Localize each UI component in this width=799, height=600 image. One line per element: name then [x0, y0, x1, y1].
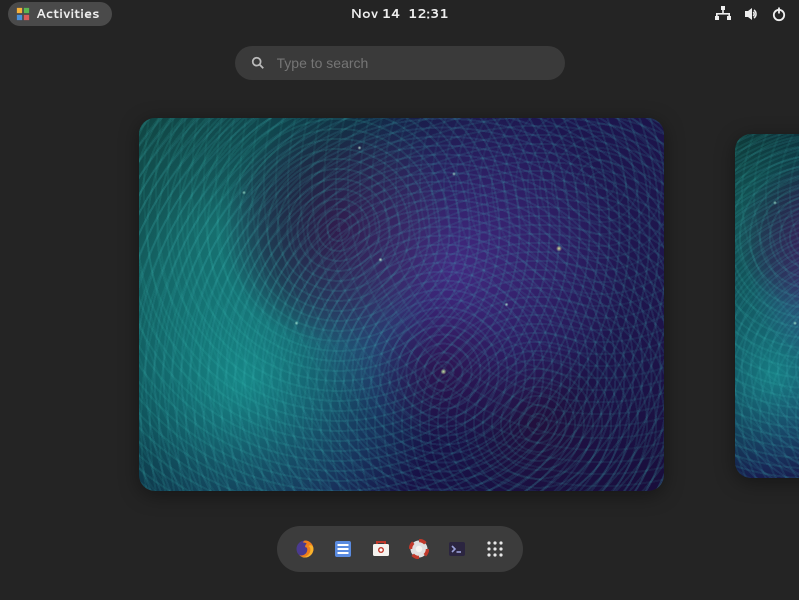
wallpaper: [139, 118, 664, 491]
terminal-icon: [447, 539, 467, 559]
activities-icon: [16, 7, 30, 21]
dock-app-software[interactable]: [371, 539, 391, 559]
firefox-icon: [295, 539, 315, 559]
search-input[interactable]: [277, 55, 549, 71]
wallpaper: [735, 134, 799, 478]
clock-time: 12:31: [408, 5, 449, 23]
dock-app-help[interactable]: [409, 539, 429, 559]
search-icon: [251, 56, 265, 70]
activities-button[interactable]: Activities: [8, 2, 112, 26]
volume-icon: [743, 6, 759, 22]
dock-app-files[interactable]: [333, 539, 353, 559]
dock-app-terminal[interactable]: [447, 539, 467, 559]
software-icon: [371, 539, 391, 559]
status-area[interactable]: [715, 6, 787, 22]
power-icon: [771, 6, 787, 22]
clock-date: Nov 14: [350, 5, 400, 23]
wired-network-icon: [715, 6, 731, 22]
apps-grid-icon: [485, 539, 505, 559]
activities-label: Activities: [36, 5, 100, 23]
top-bar: Activities Nov 14 12:31: [0, 0, 799, 28]
dock-app-firefox[interactable]: [295, 539, 315, 559]
workspace-2[interactable]: [735, 134, 799, 478]
dock-show-apps[interactable]: [485, 539, 505, 559]
workspace-1[interactable]: [139, 118, 664, 491]
dock: [277, 526, 523, 572]
search-bar[interactable]: [235, 46, 565, 80]
clock[interactable]: Nov 14 12:31: [350, 5, 448, 23]
help-icon: [409, 539, 429, 559]
files-icon: [333, 539, 353, 559]
